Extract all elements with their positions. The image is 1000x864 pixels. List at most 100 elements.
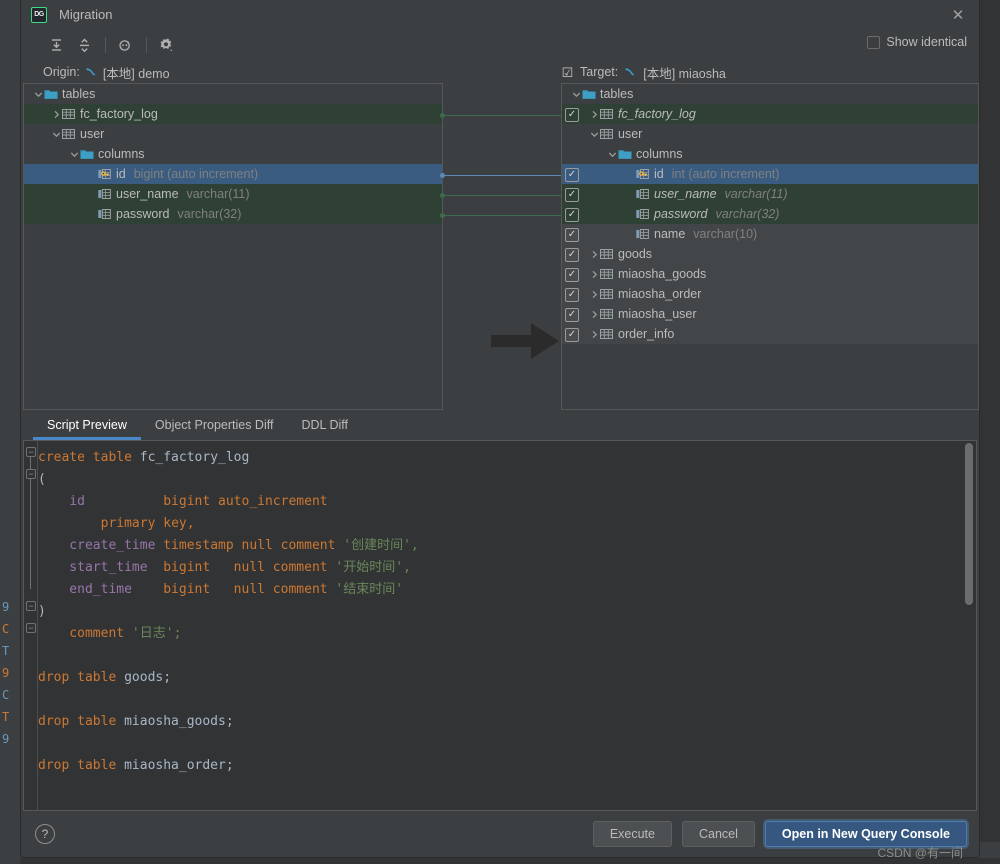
tree-node-label: goods (618, 247, 653, 261)
code-token: bigint null comment (163, 582, 336, 597)
script-preview-editor[interactable]: − − − − create table fc_factory_log ( id … (23, 440, 977, 811)
editor-scrollbar-thumb[interactable] (965, 443, 973, 605)
code-token: miaosha_order; (124, 758, 234, 773)
fold-toggle-paren[interactable]: − (26, 469, 36, 479)
origin-label: Origin: (43, 65, 80, 79)
tree-row[interactable]: password varchar(32) (562, 204, 978, 224)
dialog-titlebar: DG Migration ✕ (21, 0, 979, 29)
chevron-right-icon[interactable] (588, 288, 600, 300)
chevron-right-icon[interactable] (588, 268, 600, 280)
target-tree[interactable]: tables fc_factory_loguser columns id int (au… (561, 83, 979, 410)
fold-toggle-close-paren[interactable]: − (26, 601, 36, 611)
expand-all-icon[interactable] (43, 33, 69, 57)
tree-node-type: varchar(32) (177, 207, 242, 221)
origin-db-icon (85, 66, 98, 79)
tree-node-label: user_name (654, 187, 717, 201)
tree-row[interactable]: id int (auto increment) (562, 164, 978, 184)
target-row-checkbox-name[interactable]: ✓ (565, 228, 579, 242)
help-button[interactable]: ? (35, 824, 55, 844)
tab-script-preview[interactable]: Script Preview (33, 412, 141, 440)
tree-row[interactable]: miaosha_order (562, 284, 978, 304)
folder-icon (80, 148, 94, 160)
tree-row[interactable]: fc_factory_log (24, 104, 442, 124)
tree-row[interactable]: fc_factory_log (562, 104, 978, 124)
tree-row[interactable]: user_name varchar(11) (24, 184, 442, 204)
target-row-checkbox-fc-factory-log[interactable]: ✓ (565, 108, 579, 122)
code-token: create table (38, 450, 140, 465)
chevron-down-icon[interactable] (588, 128, 600, 140)
chevron-down-icon[interactable] (50, 128, 62, 140)
chevron-down-icon[interactable] (68, 148, 80, 160)
tree-row[interactable]: password varchar(32) (24, 204, 442, 224)
folder-icon (618, 148, 632, 160)
target-row-checkbox-user-name[interactable]: ✓ (565, 188, 579, 202)
tab-object-properties-diff[interactable]: Object Properties Diff (141, 412, 288, 440)
tree-row[interactable]: name varchar(10) (562, 224, 978, 244)
table-icon (600, 128, 613, 140)
fold-toggle-comment[interactable]: − (26, 623, 36, 633)
chevron-right-icon[interactable] (588, 328, 600, 340)
chevron-right-icon[interactable] (588, 308, 600, 320)
tree-row[interactable]: columns (562, 144, 978, 164)
tree-node-label: user (80, 127, 105, 141)
tree-row[interactable]: user (562, 124, 978, 144)
table-icon (600, 108, 613, 120)
tree-row[interactable]: miaosha_goods (562, 264, 978, 284)
column-icon (98, 208, 112, 220)
target-row-checkbox-id[interactable]: ✓ (565, 168, 579, 182)
target-row-checkbox-order-info[interactable]: ✓ (565, 328, 579, 342)
result-tabs[interactable]: Script Preview Object Properties Diff DDL … (21, 410, 979, 440)
editor-gutter[interactable]: − − − − (24, 441, 38, 810)
tree-row[interactable]: miaosha_user (562, 304, 978, 324)
collapse-all-icon[interactable] (71, 33, 97, 57)
target-row-checkbox-goods[interactable]: ✓ (565, 248, 579, 262)
target-row-checkbox-password[interactable]: ✓ (565, 208, 579, 222)
tree-row[interactable]: id bigint (auto increment) (24, 164, 442, 184)
target-row-checkbox-miaosha-goods[interactable]: ✓ (565, 268, 579, 282)
close-icon[interactable]: ✕ (943, 4, 973, 26)
code-token: fc_factory_log (139, 450, 250, 465)
tree-node-label: tables (62, 87, 96, 101)
code-line: ( (38, 469, 960, 491)
table-icon (600, 288, 613, 300)
background-code-char: 9 (2, 732, 10, 746)
tree-row[interactable]: columns (24, 144, 442, 164)
tree-row[interactable]: user (24, 124, 442, 144)
execute-button[interactable]: Execute (592, 821, 672, 847)
show-identical-checkbox[interactable] (867, 35, 881, 49)
sql-script-text[interactable]: create table fc_factory_log ( id bigint a… (38, 447, 960, 777)
tree-row[interactable]: tables (24, 84, 442, 104)
target-selector[interactable]: ☑ Target: [本地] miaosha (561, 63, 726, 82)
settings-gear-icon[interactable] (153, 33, 179, 57)
refresh-icon[interactable] (112, 33, 138, 57)
target-checkbox[interactable]: ☑ (561, 66, 574, 79)
chevron-right-icon[interactable] (50, 108, 62, 120)
target-row-checkbox-miaosha-user[interactable]: ✓ (565, 308, 579, 322)
chevron-down-icon[interactable] (32, 88, 44, 100)
tree-row[interactable]: tables (562, 84, 978, 104)
origin-selector[interactable]: Origin: [本地] demo (43, 63, 170, 82)
code-token: start_time (38, 560, 164, 575)
chevron-down-icon[interactable] (570, 88, 582, 100)
show-identical-toggle[interactable]: Show identical (867, 35, 967, 49)
fold-toggle-create-table[interactable]: − (26, 447, 36, 457)
editor-scrollbar-track[interactable] (962, 441, 976, 810)
table-icon (62, 128, 75, 140)
tree-node-label: name (654, 227, 686, 241)
tree-node-label: user (618, 127, 643, 141)
tree-row[interactable]: order_info (562, 324, 978, 344)
chevron-right-icon[interactable] (588, 248, 600, 260)
tree-row[interactable]: goods (562, 244, 978, 264)
tab-ddl-diff[interactable]: DDL Diff (287, 412, 362, 440)
target-row-checkbox-miaosha-order[interactable]: ✓ (565, 288, 579, 302)
origin-tree[interactable]: tables fc_factory_loguser columns id bigint … (23, 83, 443, 410)
chevron-down-icon[interactable] (606, 148, 618, 160)
migration-dialog: DG Migration ✕ Show identical Origin: [本… (20, 0, 980, 860)
tree-row[interactable]: user_name varchar(11) (562, 184, 978, 204)
cancel-button[interactable]: Cancel (681, 821, 755, 847)
chevron-right-icon[interactable] (588, 108, 600, 120)
